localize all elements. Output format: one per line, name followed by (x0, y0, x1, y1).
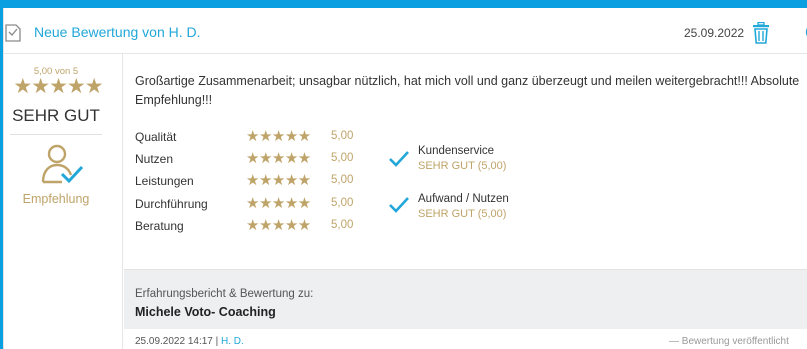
rating-summary: 5,00 von 5 ★★★★★ SEHR GUT Empfehlung (4, 54, 123, 349)
footer-user[interactable]: H. D. (221, 336, 244, 347)
criterion-label: Durchführung (135, 197, 208, 211)
experience-section: Erfahrungsbericht & Bewertung zu: Michel… (124, 269, 807, 329)
overall-stars: ★★★★★ (13, 75, 103, 98)
window-border (0, 0, 807, 8)
criterion-label: Beratung (135, 219, 184, 233)
experience-label: Erfahrungsbericht & Bewertung zu: (135, 288, 314, 300)
check-icon (389, 151, 409, 167)
divider (10, 134, 102, 135)
review-text: Großartige Zusammenarbeit; unsagbar nütz… (135, 74, 800, 107)
experience-name[interactable]: Michele Voto- Coaching (135, 305, 276, 319)
criterion-label: Qualität (135, 130, 177, 144)
extra-rating-value: SEHR GUT (5,00) (418, 208, 507, 220)
extra-rating-title: Aufwand / Nutzen (418, 193, 509, 205)
extra-rating-value: SEHR GUT (5,00) (418, 160, 507, 172)
criterion-stars: ★★★★★ (246, 195, 311, 212)
footer-separator: | (212, 336, 222, 347)
review-title[interactable]: Neue Bewertung von H. D. (34, 24, 201, 40)
recommendation-label: Empfehlung (22, 192, 90, 206)
criterion-stars: ★★★★★ (246, 128, 311, 145)
criterion-value: 5,00 (331, 219, 354, 231)
review-content: Großartige Zusammenarbeit; unsagbar nütz… (124, 54, 807, 349)
recommendation-icon (41, 144, 84, 184)
overall-verdict: SEHR GUT (12, 106, 100, 125)
criterion-stars: ★★★★★ (246, 217, 311, 234)
review-panel: Neue Bewertung von H. D. 25.09.2022 5,00… (3, 8, 807, 349)
criterion-stars: ★★★★★ (246, 150, 311, 167)
review-card: Neue Bewertung von H. D. 25.09.2022 5,00… (0, 0, 807, 349)
review-footer: 25.09.2022 14:17 | H. D. (135, 336, 244, 347)
criterion-label: Leistungen (135, 174, 194, 188)
trash-icon[interactable] (751, 22, 771, 44)
criterion-value: 5,00 (331, 197, 354, 209)
criterion-value: 5,00 (331, 174, 354, 186)
document-icon (5, 24, 21, 42)
review-date: 25.09.2022 (684, 26, 745, 40)
criterion-stars: ★★★★★ (246, 172, 311, 189)
footer-status: — Bewertung veröffentlicht (669, 336, 789, 347)
footer-datetime: 25.09.2022 14:17 (135, 336, 213, 347)
check-icon (389, 197, 409, 213)
extra-rating-title: Kundenservice (418, 145, 495, 157)
criterion-value: 5,00 (331, 130, 354, 142)
criterion-value: 5,00 (331, 152, 354, 164)
review-header: Neue Bewertung von H. D. 25.09.2022 (4, 8, 807, 54)
more-icon[interactable] (801, 24, 807, 40)
criterion-label: Nutzen (135, 152, 174, 166)
